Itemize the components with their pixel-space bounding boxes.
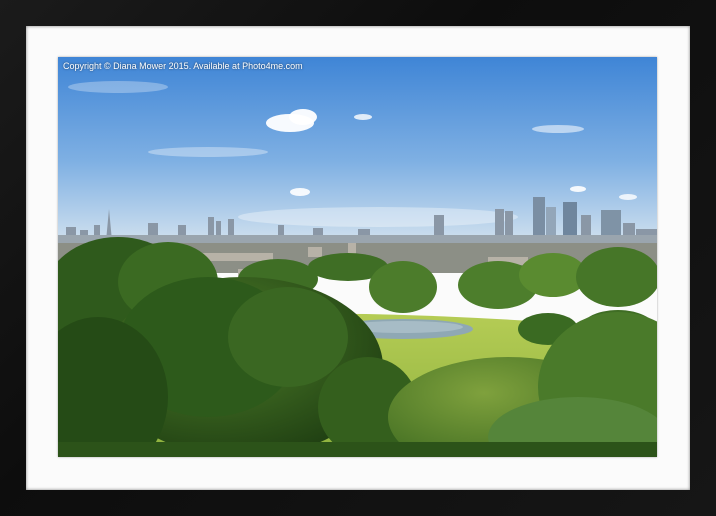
photograph <box>58 57 657 457</box>
photo-scene <box>58 57 657 457</box>
copyright-caption: Copyright © Diana Mower 2015. Available … <box>63 61 303 71</box>
